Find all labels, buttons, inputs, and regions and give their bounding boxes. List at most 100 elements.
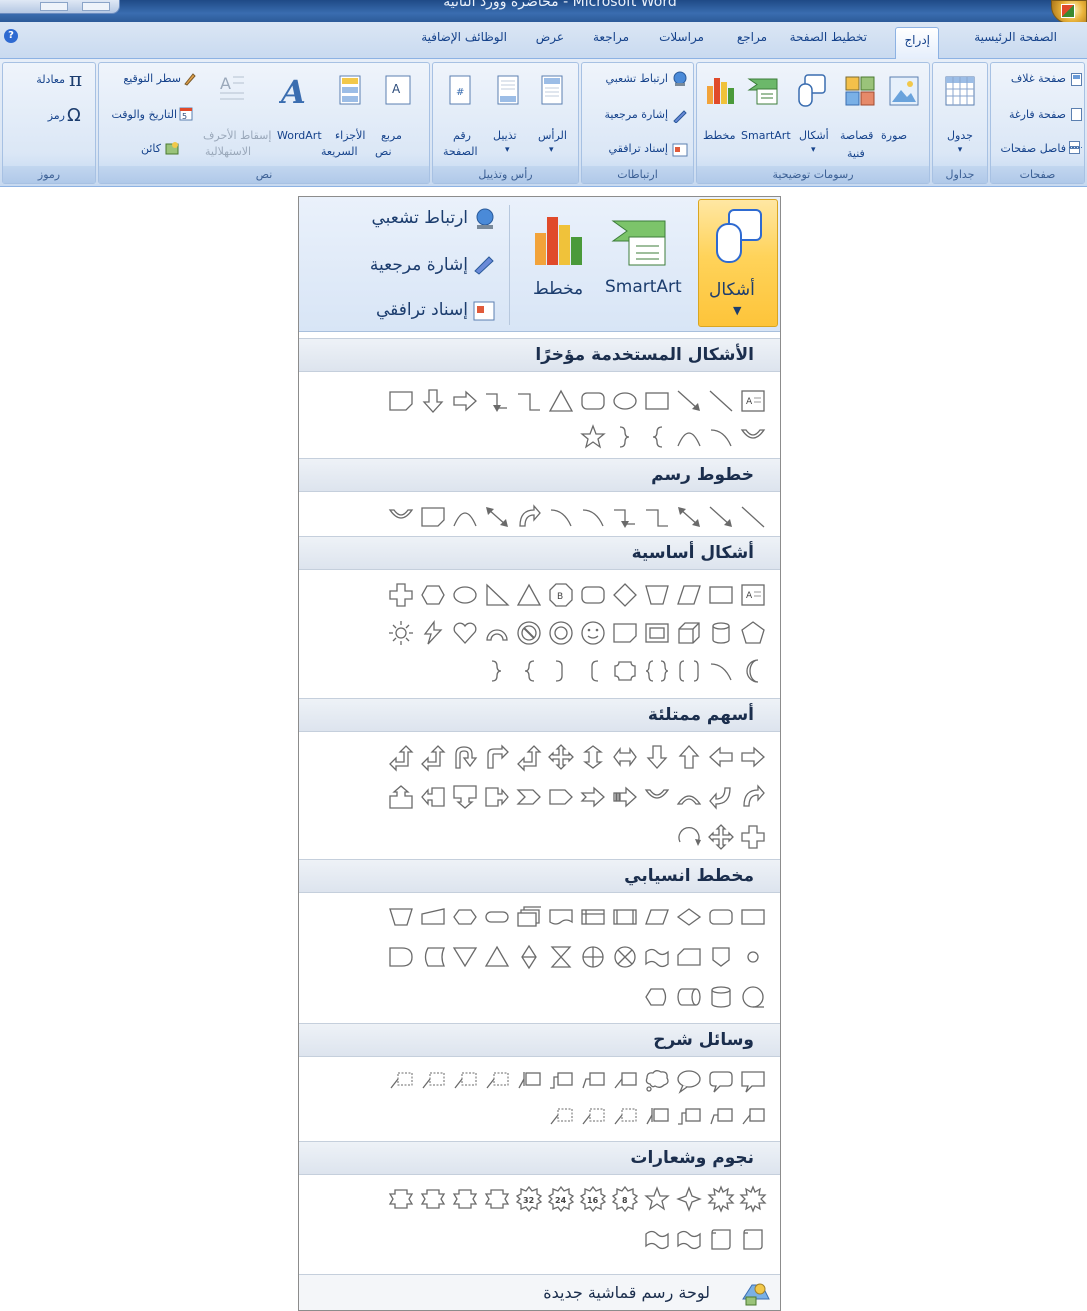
shape-fc-pre-icon[interactable] [610,901,640,933]
shape-curved-d-icon[interactable] [386,501,416,533]
shape-fc-man-op-icon[interactable] [386,901,416,933]
shape-rrect-icon[interactable] [578,385,608,417]
shape-sun-icon[interactable] [386,617,416,649]
shape-plaque-icon[interactable] [610,655,640,687]
shape-fc-alt-icon[interactable] [706,901,736,933]
shape-textbox-icon[interactable]: A [738,579,768,611]
shapes-button[interactable]: أشكال [799,129,829,142]
shape-fc-ext-icon[interactable] [482,941,512,973]
clipart-button[interactable]: قصاصة [840,129,873,142]
shape-curved-d-icon[interactable] [642,781,672,813]
shape-dblarrow-icon[interactable] [674,501,704,533]
shape-dblarrow-icon[interactable] [482,501,512,533]
shape-rect-icon[interactable] [706,579,736,611]
shape-chevron-icon[interactable] [514,781,544,813]
cover-page-button[interactable]: صفحة غلاف [1011,72,1066,85]
shape-uarrow-icon[interactable] [674,741,704,773]
tab-home[interactable]: الصفحة الرئيسية [974,30,1057,44]
shape-rtri-icon[interactable] [482,579,512,611]
shape-callout-r-icon[interactable] [482,781,512,813]
shape-fc-seq-icon[interactable] [738,981,768,1013]
tab-page-layout[interactable]: تخطيط الصفحة [790,30,867,44]
shape-call-acc-icon[interactable] [514,1065,544,1097]
shape-rarrow-icon[interactable] [450,385,480,417]
shape-darrow-icon[interactable] [418,385,448,417]
shape-bent-arrow-icon[interactable] [482,741,512,773]
shape-oct-icon[interactable]: B [546,579,576,611]
shape-fc-card-icon[interactable] [674,941,704,973]
shape-curved-l-icon[interactable] [706,781,736,813]
shape-fc-off-icon[interactable] [706,941,736,973]
blank-page-button[interactable]: صفحة فارغة [1009,108,1066,121]
shape-burst-icon[interactable] [738,1183,768,1215]
shape-call-dash-icon[interactable] [578,1101,608,1133]
shape-lrarrow-icon[interactable] [610,741,640,773]
shape-darrow-icon[interactable] [642,741,672,773]
shape-call-line3-icon[interactable] [674,1101,704,1133]
shape-fc-prep-icon[interactable] [450,901,480,933]
chart-button[interactable]: مخطط [703,129,735,142]
shape-fc-man-in-icon[interactable] [418,901,448,933]
shape-fc-doc-icon[interactable] [546,901,576,933]
shape-fc-dec-icon[interactable] [674,901,704,933]
shape-call-line-icon[interactable] [610,1065,640,1097]
shape-fc-disp-icon[interactable] [642,981,672,1013]
shape-call-rect-icon[interactable] [738,1065,768,1097]
tab-review[interactable]: مراجعة [593,30,629,44]
shape-star4-icon[interactable] [674,1183,704,1215]
shape-fc-tape-icon[interactable] [642,941,672,973]
shape-penta-icon[interactable] [738,617,768,649]
shape-curved-r-icon[interactable] [514,501,544,533]
shape-callout-l-icon[interactable] [418,781,448,813]
smartart-button[interactable]: SmartArt [741,129,791,142]
hyperlink-button[interactable]: ارتباط تشعبي [606,72,668,85]
shape-rarrow-icon[interactable] [738,741,768,773]
symbol-button[interactable]: رمز [48,109,65,122]
shape-oval-icon[interactable] [450,579,480,611]
shape-ribbon-icon[interactable] [418,1183,448,1215]
shape-wave-icon[interactable] [642,1223,672,1255]
footer-dropdown-icon[interactable]: ▾ [505,145,510,155]
shape-call-dash-icon[interactable] [418,1065,448,1097]
shape-can-icon[interactable] [706,617,736,649]
shape-larrow-icon[interactable] [706,741,736,773]
shape-elbow-arrow-icon[interactable] [610,501,640,533]
shapes-dropdown-icon[interactable]: ▾ [811,145,816,155]
shape-trap-icon[interactable] [642,579,672,611]
tab-view[interactable]: عرض [536,30,564,44]
shape-fc-conn-icon[interactable] [738,941,768,973]
shape-rect-icon[interactable] [642,385,672,417]
picture-button[interactable]: صورة [881,129,907,142]
shape-callout-u-icon[interactable] [386,781,416,813]
table-button[interactable]: جدول [933,129,987,142]
footer-button[interactable]: تذييل [493,129,517,142]
shape-call-line-icon[interactable] [738,1101,768,1133]
shape-fc-term-icon[interactable] [482,901,512,933]
object-button[interactable]: كائن [141,142,161,155]
shape-pent-arrow-icon[interactable] [546,781,576,813]
quick-parts-button[interactable]: الأجزاء [335,129,365,142]
shape-curve-icon[interactable] [706,421,736,453]
shape-striped-icon[interactable] [610,781,640,813]
page-break-button[interactable]: فاصل صفحات [1001,142,1067,155]
shape-rrect-icon[interactable] [578,579,608,611]
help-icon[interactable]: ? [4,29,18,43]
cross-reference-button[interactable]: إسناد ترافقي [608,142,668,155]
shape-para-icon[interactable] [674,579,704,611]
shape-call-oval-icon[interactable] [674,1065,704,1097]
shape-fc-or-icon[interactable] [578,941,608,973]
shape-call-cloud-icon[interactable] [642,1065,672,1097]
shape-left-up-icon[interactable] [386,741,416,773]
shape-fc-merge-icon[interactable] [450,941,480,973]
shape-line-icon[interactable] [706,385,736,417]
shape-lbrace-icon[interactable] [514,655,544,687]
shape-fc-sort-icon[interactable] [514,941,544,973]
shape-n24-icon[interactable]: 24 [546,1183,576,1215]
shape-cross-icon[interactable] [738,821,768,853]
shape-curved-r-icon[interactable] [738,781,768,813]
shape-burst-icon[interactable] [706,1183,736,1215]
shape-arc-icon[interactable] [482,617,512,649]
tab-addins[interactable]: الوظائف الإضافية [421,30,507,44]
shape-elbow-arrow-icon[interactable] [482,385,512,417]
shape-quad-icon[interactable] [706,821,736,853]
